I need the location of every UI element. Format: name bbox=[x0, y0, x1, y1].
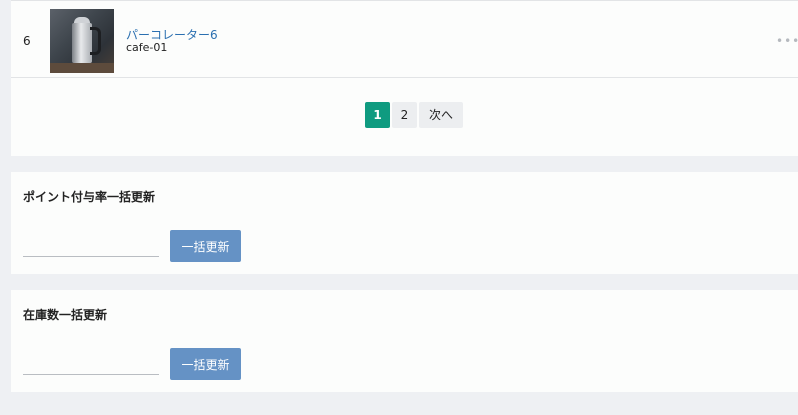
row-number: 6 bbox=[23, 34, 31, 48]
page-2-button[interactable]: 2 bbox=[392, 102, 417, 128]
thumbnail-percolator-handle bbox=[90, 27, 101, 55]
product-thumbnail[interactable] bbox=[50, 9, 114, 73]
stock-bulk-update-button[interactable]: 一括更新 bbox=[170, 348, 241, 380]
thumbnail-percolator-body bbox=[72, 23, 92, 63]
point-rate-bulk-update-panel: ポイント付与率一括更新 一括更新 bbox=[11, 172, 798, 274]
product-list-panel: 6 パーコレーター6 cafe-01 ••• 1 2 次へ bbox=[11, 0, 798, 156]
table-row: 6 パーコレーター6 cafe-01 ••• bbox=[11, 0, 798, 78]
pagination: 1 2 次へ bbox=[365, 102, 464, 128]
stock-quantity-input[interactable] bbox=[23, 356, 159, 375]
stock-section-title: 在庫数一括更新 bbox=[23, 308, 108, 322]
page-1-button[interactable]: 1 bbox=[365, 102, 390, 128]
point-rate-input[interactable] bbox=[23, 238, 159, 257]
next-page-button[interactable]: 次へ bbox=[419, 102, 464, 128]
point-rate-bulk-update-button[interactable]: 一括更新 bbox=[170, 230, 241, 262]
stock-bulk-update-panel: 在庫数一括更新 一括更新 bbox=[11, 290, 798, 392]
product-code: cafe-01 bbox=[126, 41, 168, 54]
point-rate-section-title: ポイント付与率一括更新 bbox=[23, 190, 156, 204]
more-options-icon[interactable]: ••• bbox=[776, 34, 798, 48]
thumbnail-shelf bbox=[50, 63, 114, 73]
